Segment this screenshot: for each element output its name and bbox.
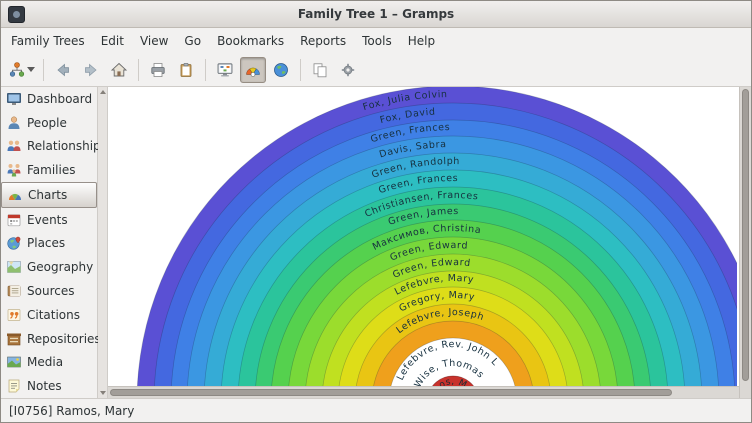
charts-icon	[7, 187, 23, 203]
fan-chart-viewport[interactable]: Fox, Julia Colvin Fox, David Green, Fran…	[108, 87, 739, 386]
vertical-scrollbar[interactable]	[739, 87, 751, 398]
statusbar: [I0756] Ramos, Mary	[1, 398, 751, 422]
copy-button[interactable]	[307, 57, 333, 83]
scroll-up-icon	[100, 90, 106, 94]
sidebar-item-people[interactable]: People	[1, 111, 97, 135]
status-text: [I0756] Ramos, Mary	[9, 404, 134, 418]
people-icon	[6, 115, 22, 131]
geography-icon	[6, 259, 22, 275]
sidebar-item-label: Families	[27, 163, 75, 177]
clipboard-button[interactable]	[173, 57, 199, 83]
sidebar-item-label: Dashboard	[27, 92, 92, 106]
sidebar-item-label: Repositories	[27, 332, 101, 346]
dashboard-icon	[6, 91, 22, 107]
scroll-down-icon	[100, 391, 106, 395]
sidebar-item-label: Sources	[27, 284, 74, 298]
print-icon	[149, 61, 167, 79]
vertical-scrollbar-thumb[interactable]	[742, 89, 749, 381]
sidebar-item-citations[interactable]: Citations	[1, 303, 97, 327]
sidebar: Dashboard People Relationships Families …	[1, 87, 98, 398]
sidebar-item-label: Geography	[27, 260, 93, 274]
home-icon	[110, 61, 128, 79]
home-button[interactable]	[106, 57, 132, 83]
menubar: Family Trees Edit View Go Bookmarks Repo…	[1, 28, 751, 53]
chart-column: Fox, Julia Colvin Fox, David Green, Fran…	[108, 87, 739, 398]
back-button[interactable]	[50, 57, 76, 83]
sidebar-item-label: Places	[27, 236, 65, 250]
sidebar-item-label: Notes	[27, 379, 62, 393]
family-trees-button[interactable]	[5, 57, 38, 83]
clipboard-icon	[177, 61, 195, 79]
geography-view-icon	[272, 61, 290, 79]
gramps-window: Family Tree 1 – Gramps Family Trees Edit…	[0, 0, 752, 423]
sidebar-item-label: People	[27, 116, 67, 130]
menu-view[interactable]: View	[132, 30, 176, 52]
titlebar[interactable]: Family Tree 1 – Gramps	[1, 1, 751, 28]
menu-help[interactable]: Help	[400, 30, 443, 52]
sidebar-item-families[interactable]: Families	[1, 158, 97, 182]
forward-button[interactable]	[78, 57, 104, 83]
sidebar-item-label: Relationships	[27, 139, 107, 153]
copy-icon	[311, 61, 329, 79]
settings-icon	[339, 61, 357, 79]
menu-reports[interactable]: Reports	[292, 30, 354, 52]
sidebar-item-label: Citations	[27, 308, 80, 322]
media-icon	[6, 354, 22, 370]
settings-button[interactable]	[335, 57, 361, 83]
toolbar	[1, 53, 751, 87]
window-title: Family Tree 1 – Gramps	[298, 7, 454, 21]
menu-go[interactable]: Go	[176, 30, 209, 52]
sidebar-item-label: Charts	[28, 188, 67, 202]
pedigree-view-icon	[216, 61, 234, 79]
menu-edit[interactable]: Edit	[93, 30, 132, 52]
fan-chart[interactable]: Fox, Julia Colvin Fox, David Green, Fran…	[108, 87, 737, 386]
print-button[interactable]	[145, 57, 171, 83]
sidebar-item-sources[interactable]: Sources	[1, 279, 97, 303]
sources-icon	[6, 283, 22, 299]
sidebar-item-relationships[interactable]: Relationships	[1, 135, 97, 159]
sidebar-item-repositories[interactable]: Repositories	[1, 327, 97, 351]
geography-view-button[interactable]	[268, 57, 294, 83]
back-icon	[54, 61, 72, 79]
sidebar-item-dashboard[interactable]: Dashboard	[1, 87, 97, 111]
fan-chart-view-button[interactable]	[240, 57, 266, 83]
menu-family-trees[interactable]: Family Trees	[3, 30, 93, 52]
main-body: Dashboard People Relationships Families …	[1, 87, 751, 398]
sidebar-scrollbar[interactable]	[98, 87, 108, 398]
sidebar-item-notes[interactable]: Notes	[1, 374, 97, 398]
window-icon	[8, 6, 25, 23]
menu-bookmarks[interactable]: Bookmarks	[209, 30, 292, 52]
relationships-icon	[6, 138, 22, 154]
toolbar-separator	[300, 59, 301, 81]
horizontal-scrollbar[interactable]	[108, 386, 739, 398]
toolbar-separator	[138, 59, 139, 81]
families-icon	[6, 162, 22, 178]
notes-icon	[6, 378, 22, 394]
sidebar-item-media[interactable]: Media	[1, 350, 97, 374]
horizontal-scrollbar-thumb[interactable]	[110, 389, 672, 396]
menu-tools[interactable]: Tools	[354, 30, 400, 52]
family-trees-icon	[8, 61, 26, 79]
places-icon	[6, 235, 22, 251]
toolbar-separator	[205, 59, 206, 81]
sidebar-item-label: Media	[27, 355, 63, 369]
citations-icon	[6, 307, 22, 323]
sidebar-item-charts[interactable]: Charts	[1, 182, 97, 208]
sidebar-item-events[interactable]: Events	[1, 208, 97, 232]
events-icon	[6, 212, 22, 228]
sidebar-item-geography[interactable]: Geography	[1, 255, 97, 279]
sidebar-item-places[interactable]: Places	[1, 232, 97, 256]
toolbar-separator	[43, 59, 44, 81]
fan-chart-view-icon	[244, 61, 262, 79]
chevron-down-icon	[27, 67, 35, 72]
pedigree-view-button[interactable]	[212, 57, 238, 83]
repositories-icon	[6, 331, 22, 347]
sidebar-item-label: Events	[27, 213, 68, 227]
forward-icon	[82, 61, 100, 79]
